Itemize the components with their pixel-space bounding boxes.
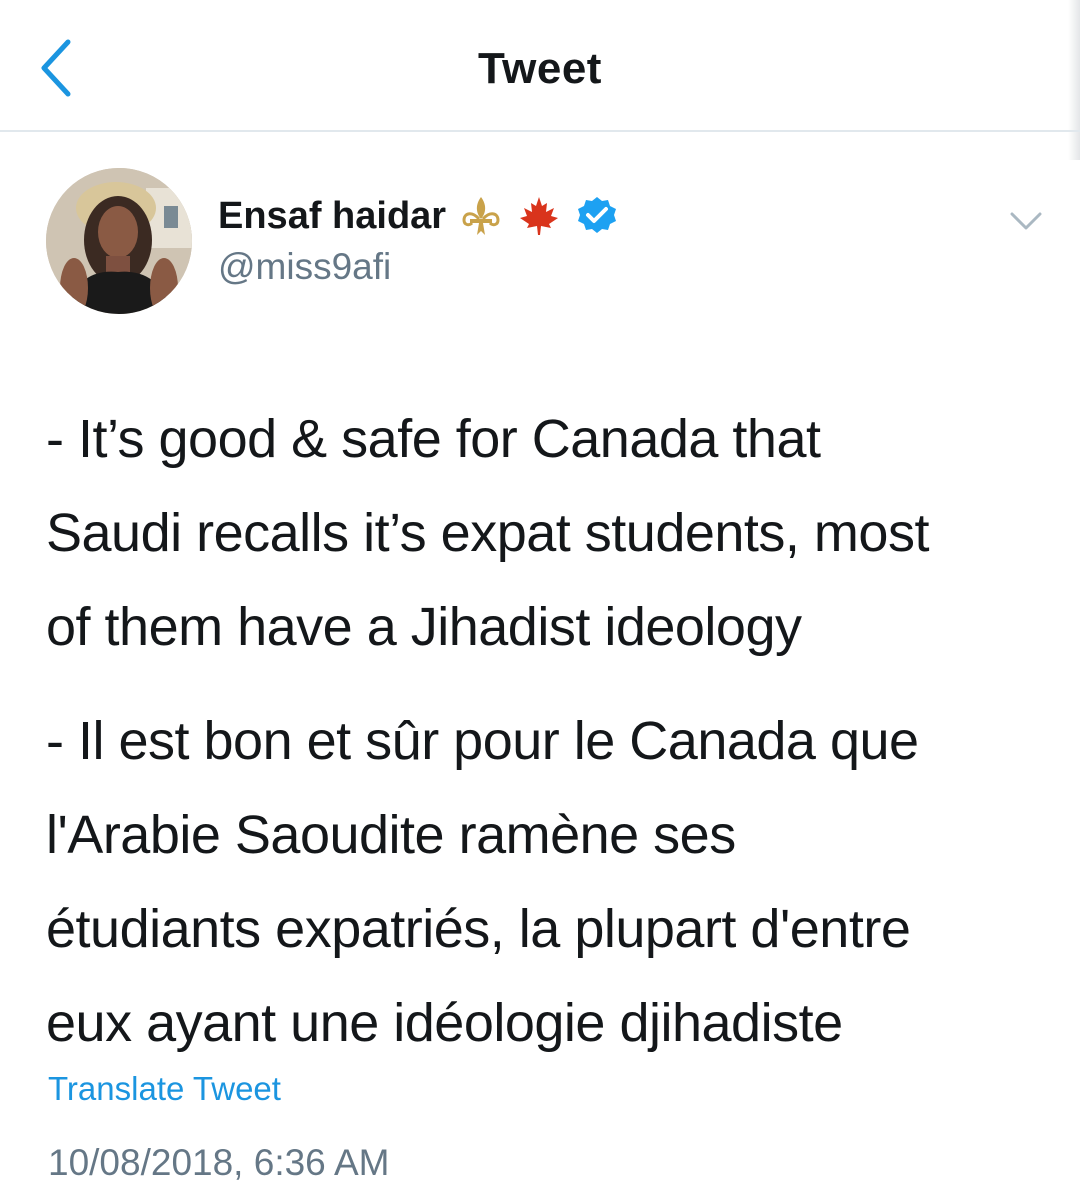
- avatar-photo: [46, 168, 192, 314]
- fleur-de-lis-icon: [458, 193, 504, 239]
- avatar[interactable]: [46, 168, 192, 314]
- page-title: Tweet: [478, 44, 602, 93]
- tweet-detail-screen: Tweet Ensaf haidar @miss9afi - It’s good…: [0, 0, 1080, 1181]
- maple-leaf-icon: [516, 193, 562, 239]
- navigation-bar: Tweet: [0, 0, 1080, 132]
- tweet-author-header: Ensaf haidar @miss9afi: [44, 168, 1044, 318]
- chevron-down-icon: [1010, 212, 1042, 230]
- display-name-row: Ensaf haidar: [218, 190, 620, 242]
- tweet-body: - It’s good & safe for Canada that Saudi…: [46, 392, 1046, 1070]
- tweet-timestamp: 10/08/2018, 6:36 AM: [48, 1142, 390, 1181]
- tweet-paragraph-english: - It’s good & safe for Canada that Saudi…: [46, 409, 929, 657]
- tweet-paragraph-french: - Il est bon et sûr pour le Canada que l…: [46, 711, 919, 1053]
- verified-badge-icon: [574, 193, 620, 239]
- tweet-menu-button[interactable]: [1006, 206, 1046, 236]
- display-name[interactable]: Ensaf haidar: [218, 195, 446, 238]
- user-handle[interactable]: @miss9afi: [218, 246, 391, 288]
- translate-tweet-link[interactable]: Translate Tweet: [48, 1070, 281, 1108]
